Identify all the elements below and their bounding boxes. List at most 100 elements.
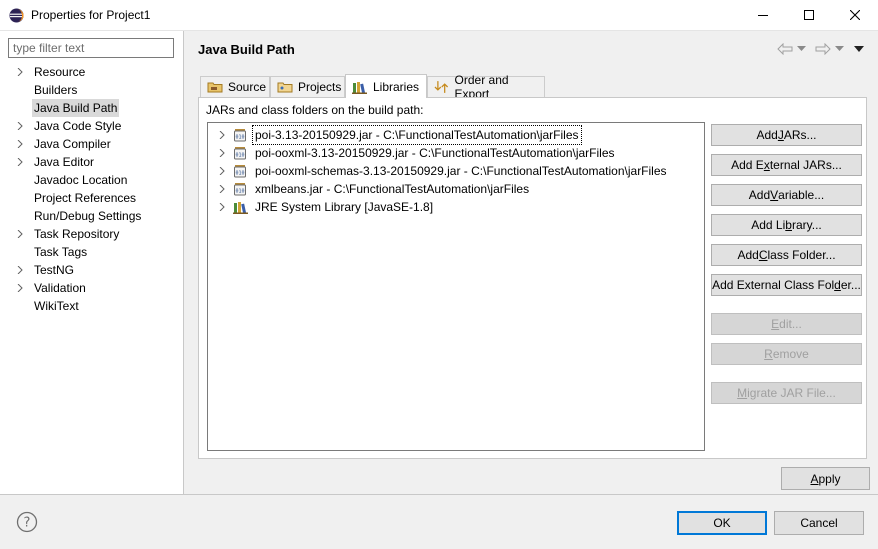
sidebar-item-testng[interactable]: TestNG xyxy=(0,261,184,279)
sidebar-item-resource[interactable]: Resource xyxy=(0,63,184,81)
dialog-footer: ? OK Cancel xyxy=(0,494,878,549)
chevron-right-icon[interactable] xyxy=(16,140,24,148)
tab-projects[interactable]: Projects xyxy=(270,76,345,97)
remove-button[interactable]: Remove xyxy=(711,343,862,365)
jar-icon: 010 xyxy=(234,147,246,160)
help-icon[interactable]: ? xyxy=(16,511,38,533)
library-entry-label: xmlbeans.jar - C:\FunctionalTestAutomati… xyxy=(255,182,530,196)
sidebar-item-label: Java Compiler xyxy=(34,137,111,151)
libraries-icon xyxy=(352,81,367,94)
sidebar-item-label: Run/Debug Settings xyxy=(34,209,142,223)
sidebar-item-java-code-style[interactable]: Java Code Style xyxy=(0,117,184,135)
source-folder-icon xyxy=(207,82,223,93)
svg-text:010: 010 xyxy=(235,153,244,159)
view-menu-icon xyxy=(854,46,864,52)
minimize-button[interactable] xyxy=(740,0,786,30)
chevron-right-icon[interactable] xyxy=(218,203,226,211)
back-button[interactable] xyxy=(777,41,806,57)
library-entry-label: poi-3.13-20150929.jar - C:\FunctionalTes… xyxy=(252,125,582,145)
ok-button[interactable]: OK xyxy=(677,511,767,535)
sidebar-item-run-debug-settings[interactable]: Run/Debug Settings xyxy=(0,207,184,225)
library-entry-label: poi-ooxml-3.13-20150929.jar - C:\Functio… xyxy=(255,146,615,160)
forward-button[interactable] xyxy=(815,41,844,57)
chevron-right-icon[interactable] xyxy=(218,185,226,193)
sidebar-item-task-tags[interactable]: Task Tags xyxy=(0,243,184,261)
sidebar-item-task-repository[interactable]: Task Repository xyxy=(0,225,184,243)
view-menu-button[interactable] xyxy=(854,41,864,57)
chevron-right-icon[interactable] xyxy=(218,167,226,175)
maximize-button[interactable] xyxy=(786,0,832,30)
library-entry[interactable]: 010 poi-ooxml-schemas-3.13-20150929.jar … xyxy=(208,162,704,180)
apply-button[interactable]: Apply xyxy=(781,467,870,490)
add-external-class-folder-button[interactable]: Add External Class Fol d er... xyxy=(711,274,862,296)
sidebar-item-label: Task Repository xyxy=(34,227,120,241)
chevron-right-icon[interactable] xyxy=(218,131,226,139)
library-entry[interactable]: JRE System Library [JavaSE-1.8] xyxy=(208,198,704,216)
library-entry[interactable]: 010 xmlbeans.jar - C:\FunctionalTestAuto… xyxy=(208,180,704,198)
tab-libraries[interactable]: Libraries xyxy=(345,74,427,98)
edit-button[interactable]: Edit... xyxy=(711,313,862,335)
svg-text:010: 010 xyxy=(235,189,244,195)
sidebar-item-builders[interactable]: Builders xyxy=(0,81,184,99)
minimize-icon xyxy=(758,15,768,16)
libraries-tree[interactable]: 010 poi-3.13-20150929.jar - C:\Functiona… xyxy=(207,122,705,451)
chevron-down-icon xyxy=(797,46,806,51)
close-button[interactable] xyxy=(832,0,878,30)
order-export-icon xyxy=(434,81,449,93)
chevron-right-icon[interactable] xyxy=(16,230,24,238)
tab-source[interactable]: Source xyxy=(200,76,270,97)
forward-arrow-icon xyxy=(815,43,831,55)
chevron-right-icon[interactable] xyxy=(16,68,24,76)
jar-icon: 010 xyxy=(234,165,246,178)
library-entry[interactable]: 010 poi-3.13-20150929.jar - C:\Functiona… xyxy=(208,125,704,145)
preference-tree: Resource Builders Java Build Path Java C… xyxy=(0,63,184,315)
migrate-jar-file-button[interactable]: Migrate JAR File... xyxy=(711,382,862,404)
sidebar-item-label: Validation xyxy=(34,281,86,295)
close-icon xyxy=(850,10,860,20)
svg-text:010: 010 xyxy=(235,171,244,177)
sidebar-item-label: Project References xyxy=(34,191,137,205)
sidebar-item-java-editor[interactable]: Java Editor xyxy=(0,153,184,171)
sidebar-item-label: WikiText xyxy=(34,299,79,313)
page-title: Java Build Path xyxy=(198,42,295,57)
tab-order-and-export[interactable]: Order and Export xyxy=(427,73,545,101)
maximize-icon xyxy=(804,10,814,20)
jar-icon: 010 xyxy=(234,129,246,142)
sidebar-item-label: Builders xyxy=(34,83,78,97)
add-variable-button[interactable]: Add Variable... xyxy=(711,184,862,206)
cancel-button[interactable]: Cancel xyxy=(774,511,864,535)
library-entry[interactable]: 010 poi-ooxml-3.13-20150929.jar - C:\Fun… xyxy=(208,144,704,162)
sidebar-item-validation[interactable]: Validation xyxy=(0,279,184,297)
add-jars-button[interactable]: Add J ARs... xyxy=(711,124,862,146)
sidebar-item-label: Java Build Path xyxy=(32,99,120,117)
sidebar-item-label: Task Tags xyxy=(34,245,88,259)
chevron-right-icon[interactable] xyxy=(16,122,24,130)
sidebar-item-label: Javadoc Location xyxy=(34,173,128,187)
jar-icon: 010 xyxy=(234,183,246,196)
property-page: Java Build Path Source Projects Librarie… xyxy=(185,31,878,494)
filter-input[interactable] xyxy=(8,38,174,58)
back-arrow-icon xyxy=(777,43,793,55)
eclipse-icon xyxy=(9,8,24,23)
library-entry-label: poi-ooxml-schemas-3.13-20150929.jar - C:… xyxy=(255,164,667,178)
sidebar-item-wikitext[interactable]: WikiText xyxy=(0,297,184,315)
sidebar-item-label: Java Code Style xyxy=(34,119,122,133)
sidebar-item-project-references[interactable]: Project References xyxy=(0,189,184,207)
add-class-folder-button[interactable]: Add Class Folder... xyxy=(711,244,862,266)
preference-navigator: Resource Builders Java Build Path Java C… xyxy=(0,31,184,494)
add-library-button[interactable]: Add Li b rary... xyxy=(711,214,862,236)
page-header: Java Build Path xyxy=(185,31,878,65)
sidebar-item-java-build-path[interactable]: Java Build Path xyxy=(0,99,184,117)
sidebar-item-java-compiler[interactable]: Java Compiler xyxy=(0,135,184,153)
projects-icon xyxy=(277,82,293,93)
jre-library-icon xyxy=(233,202,248,214)
chevron-down-icon xyxy=(835,46,844,51)
sidebar-item-javadoc-location[interactable]: Javadoc Location xyxy=(0,171,184,189)
chevron-right-icon[interactable] xyxy=(16,284,24,292)
tab-label: Libraries xyxy=(373,79,420,94)
add-external-jars-button[interactable]: Add Ex ternal JARs... xyxy=(711,154,862,176)
chevron-right-icon[interactable] xyxy=(218,149,226,157)
tab-label: Source xyxy=(228,80,267,94)
chevron-right-icon[interactable] xyxy=(16,158,24,166)
chevron-right-icon[interactable] xyxy=(16,266,24,274)
